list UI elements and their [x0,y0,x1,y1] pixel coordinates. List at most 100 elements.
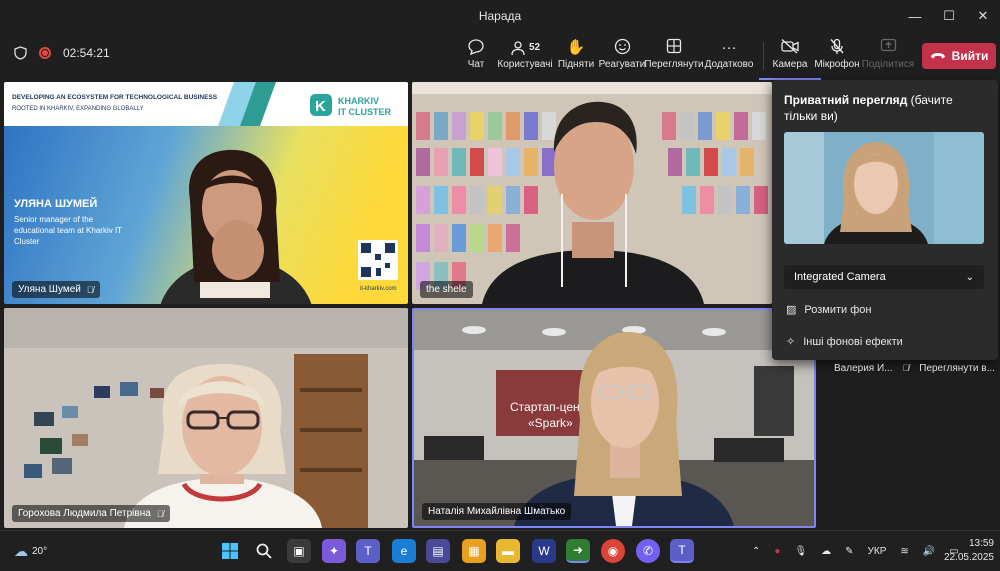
react-label: Реагувати [598,59,646,70]
meeting-timer: 02:54:21 [63,46,110,60]
participant-name-tag: Наталія Михайлівна Шматько [422,503,572,520]
video-tile-2[interactable]: the shele [412,82,772,304]
shield-icon [14,46,27,60]
close-button[interactable]: ✕ [966,0,1000,32]
edge-icon[interactable]: e [392,539,416,563]
video-background [4,308,408,528]
mic-label: Мікрофон [814,59,860,70]
search-icon[interactable] [252,539,276,563]
leave-button[interactable]: Вийти [922,43,996,69]
participant-name-tag: the shele [420,281,473,298]
maximize-button[interactable]: ☐ [932,0,966,32]
meeting-toolbar: 02:54:21 Чат 52 Користувачі ✋ Підняти Ре… [0,32,1000,80]
speaker-role: Senior manager of the educational team a… [14,215,122,246]
blur-icon: ▨ [786,304,797,316]
minimize-button[interactable]: — [898,0,932,32]
slide-header-line2: ROOTED IN KHARKIV, EXPANDING GLOBALLY [12,106,144,112]
leave-label: Вийти [951,49,989,63]
video-tile-1[interactable]: K DEVELOPING AN ECOSYSTEM FOR TECHNOLOGI… [4,82,408,304]
mic-off-icon [829,38,845,58]
slide-site: it-kharkiv.com [360,286,397,292]
people-count: 52 [528,42,541,53]
pen-icon[interactable]: ✎ [845,546,853,557]
hang-up-icon [930,53,945,59]
smiley-icon [614,38,631,58]
blur-label: Розмити фон [804,303,872,316]
camera-device-select[interactable]: Integrated Camera ⌄ [784,265,984,289]
participant-action[interactable]: Переглянути в... [919,363,995,374]
svg-text:K: K [315,98,326,115]
participant-name: Горохова Людмила Петрівна [18,508,151,519]
weather-widget[interactable]: ☁ 20° [14,531,47,571]
camera-label: Камера [772,59,808,70]
recording-icon [39,47,51,59]
blur-background-option[interactable]: ▨ Розмити фон [786,303,872,317]
participant-name-tag: Горохова Людмила Петрівна 🎙̸ [12,505,170,522]
camera-off-icon [780,38,800,58]
tray-app-icon[interactable]: ● [774,546,780,557]
meeting-status: 02:54:21 [14,46,110,60]
participant-name-tag: Уляна Шумей 🎙̸ [12,281,100,298]
slide-header-line1: DEVELOPING AN ECOSYSTEM FOR TECHNOLOGICA… [12,94,218,101]
view-label: Переглянути [644,59,704,70]
volume-icon[interactable]: 🔊 [923,546,935,557]
logo-line1: KHARKIV [338,96,380,106]
teams-icon[interactable]: T [670,539,694,563]
grid-view-icon [666,38,682,58]
chevron-up-icon[interactable]: ⌃ [752,546,760,557]
teams-chat-icon[interactable]: T [356,539,380,563]
save-app-icon[interactable]: ▤ [426,539,450,563]
chat-label: Чат [467,59,485,70]
mic-muted-icon: 🎙̸ [902,363,910,373]
video-tile-4-active-speaker[interactable]: Стартап-цен «Spark» Наталія Михайлівна Ш… [412,308,816,528]
speaker-name: УЛЯНА ШУМЕЙ [14,198,98,210]
room-sign-line1: Стартап-цен [510,400,580,414]
notes-app-icon[interactable]: ▦ [462,539,486,563]
system-tray: ⌃ ● 🎙 ☁ ✎ УКР ≋ 🔊 ▭ [752,531,959,571]
raise-hand-label: Підняти [557,59,595,70]
cloud-icon[interactable]: ☁ [821,546,831,557]
clock-time: 13:59 [968,538,994,549]
share-icon [880,38,897,58]
file-manager-icon[interactable]: ➜ [566,539,590,563]
chrome-icon[interactable]: ◉ [601,539,625,563]
viber-icon[interactable]: ✆ [636,539,660,563]
mic-muted-icon: 🎙̸ [156,508,164,519]
participant-name: Валерия И... [834,362,893,374]
participant-name: the shele [426,284,467,295]
mic-tray-icon[interactable]: 🎙 [794,546,807,557]
hand-icon: ✋ [566,39,586,56]
camera-preview-panel: Приватний перегляд (бачите тільки ви) In… [772,80,998,360]
chat-icon [467,38,485,58]
window-title: Нарада [478,9,522,23]
share-label: Поділитися [861,59,915,70]
participant-list-row[interactable]: Валерия И... 🎙̸ Переглянути в... [822,360,1000,376]
wifi-icon[interactable]: ≋ [900,546,908,557]
room-sign-line2: «Spark» [528,416,573,430]
view-button[interactable]: Переглянути [643,38,705,70]
effects-label: Інші фонові ефекти [803,335,903,348]
more-button[interactable]: ··· Додатково [698,38,760,70]
file-explorer-icon[interactable]: ▬ [496,539,520,563]
panel-title-bold: Приватний перегляд [784,93,908,107]
copilot-icon[interactable]: ✦ [322,539,346,563]
clock-date: 22.05.2025 [943,552,994,563]
people-icon: 52 [510,38,540,58]
camera-device-name: Integrated Camera [794,271,886,283]
logo-line2: IT CLUSTER [338,107,391,117]
share-button[interactable]: Поділитися [857,38,919,70]
more-label: Додатково [704,59,754,70]
self-preview-video [784,132,984,244]
video-tile-3[interactable]: Горохова Людмила Петрівна 🎙̸ [4,308,408,528]
participant-name: Наталія Михайлівна Шматько [428,506,566,517]
participant-name: Уляна Шумей [18,284,81,295]
title-bar: Нарада — ☐ ✕ [0,0,1000,32]
task-view-icon[interactable]: ▣ [287,539,311,563]
start-icon[interactable] [218,539,242,563]
clock[interactable]: 13:59 22.05.2025 [944,537,994,565]
language-indicator[interactable]: УКР [868,546,887,557]
panel-title: Приватний перегляд (бачите тільки ви) [784,92,989,124]
background-effects-option[interactable]: ✧ Інші фонові ефекти [786,335,903,349]
app-w-icon[interactable]: W [532,539,556,563]
magic-wand-icon: ✧ [786,336,796,348]
